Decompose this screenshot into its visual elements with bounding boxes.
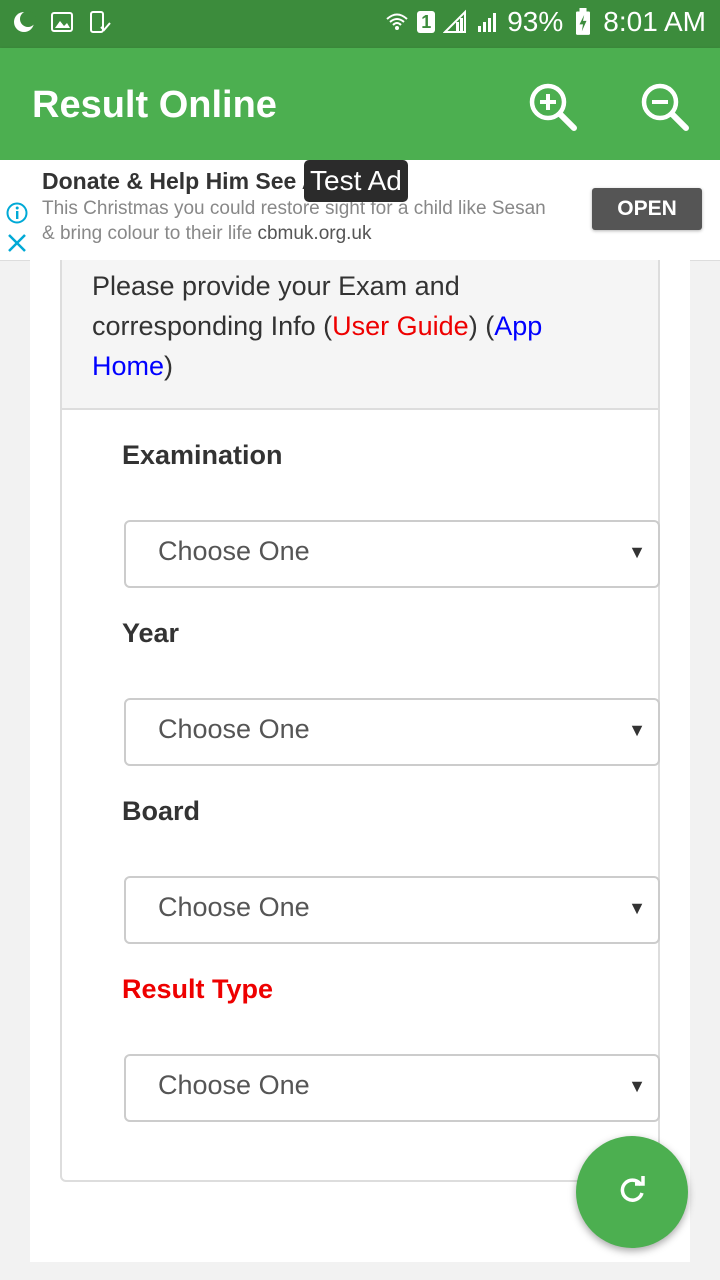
examination-label: Examination [122,440,283,470]
ad-body-line-1: This Christmas you could restore sight f… [42,198,546,219]
ad-open-button[interactable]: OPEN [592,188,702,230]
form-card: Please provide your Exam and correspondi… [60,260,660,1182]
test-ad-label: Test Ad [304,160,408,202]
app-title: Result Online [32,84,277,126]
ad-title[interactable]: Donate & Help Him See A [42,168,304,195]
examination-select[interactable]: Choose One ▼ [124,520,660,588]
sim-badge: 1 [417,11,436,33]
chevron-down-icon: ▼ [628,1076,646,1096]
board-label: Board [122,796,201,826]
result-type-label: Result Type [122,974,274,1004]
year-select-value: Choose One [158,714,310,744]
signal-strength-icon [475,10,499,34]
intro-separator: ) ( [468,311,495,341]
result-type-select-value: Choose One [158,1070,310,1100]
gallery-icon [50,10,74,34]
user-guide-link[interactable]: User Guide [332,311,469,341]
chevron-down-icon: ▼ [628,720,646,740]
intro-end: ) [164,351,174,381]
status-bar: 1 93% 8:01 AM [0,0,720,48]
device-check-icon [88,10,112,34]
form-intro-text: Please provide your Exam and correspondi… [92,266,612,386]
year-select[interactable]: Choose One ▼ [124,698,660,766]
board-select[interactable]: Choose One ▼ [124,876,660,944]
ad-close-icon[interactable] [6,232,28,254]
wifi-icon [385,10,409,34]
signal-icon [443,9,467,34]
refresh-icon [615,1173,649,1212]
page-content: Please provide your Exam and correspondi… [30,260,690,1262]
result-type-select[interactable]: Choose One ▼ [124,1054,660,1122]
night-mode-icon [12,10,36,34]
ad-body-line-2-text: & bring colour to their life [42,223,253,244]
clock: 8:01 AM [603,6,706,37]
year-label: Year [122,618,180,648]
battery-charging-icon [571,8,595,35]
ad-info-icon[interactable] [6,202,28,224]
zoom-in-icon[interactable] [524,78,580,134]
refresh-button[interactable] [576,1136,688,1248]
ad-body-line-2: & bring colour to their life cbmuk.org.u… [42,223,372,245]
battery-percent: 93% [507,6,564,37]
chevron-down-icon: ▼ [628,542,646,562]
app-bar: Result Online [0,48,720,160]
form-intro: Please provide your Exam and correspondi… [62,260,658,410]
zoom-out-icon[interactable] [636,78,692,134]
board-select-value: Choose One [158,892,310,922]
ad-domain: cbmuk.org.uk [257,223,372,244]
chevron-down-icon: ▼ [628,898,646,918]
examination-select-value: Choose One [158,536,310,566]
